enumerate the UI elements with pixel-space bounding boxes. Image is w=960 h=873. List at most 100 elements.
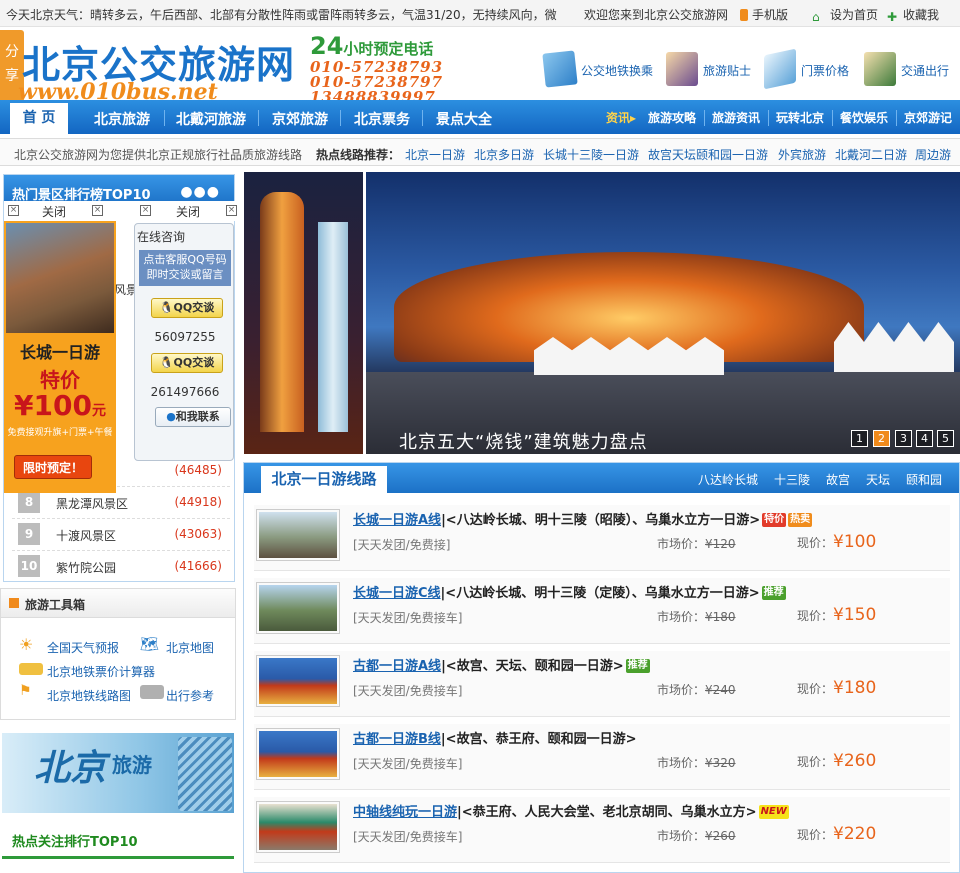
hot-route-link[interactable]: 故宫天坛颐和园一日游 (648, 146, 768, 163)
qq-number[interactable]: 56097255 (135, 330, 235, 344)
header-link-tickets[interactable]: 门票价格 (764, 48, 858, 90)
nav-dining[interactable]: 餐饮娱乐 (840, 109, 888, 126)
bus-icon (19, 663, 43, 675)
close-icon[interactable]: × (226, 205, 237, 216)
route-item[interactable]: 古都一日游A线|<故宫、天坛、颐和园一日游> 推荐 [天天发团/免费接车] 市场价… (254, 651, 950, 717)
route-title[interactable]: 长城一日游A线|<八达岭长城、明十三陵（昭陵）、乌巢水立方一日游> 特价 热卖 (353, 509, 813, 528)
more-dots-icon[interactable]: ●●● (180, 184, 220, 200)
phone-icon (740, 9, 748, 21)
globe-icon: ● (166, 410, 176, 423)
route-item[interactable]: 长城一日游A线|<八达岭长城、明十三陵（昭陵）、乌巢水立方一日游> 特价 热卖 [天… (254, 505, 950, 571)
slider-page-1[interactable]: 1 (851, 430, 868, 447)
list-item[interactable]: 10 紫竹院公园 (41666) (12, 551, 230, 583)
nav-guides[interactable]: 旅游攻略 (648, 109, 696, 126)
hot-route-link[interactable]: 北京多日游 (474, 146, 534, 163)
route-item[interactable]: 长城一日游C线|<八达岭长城、明十三陵（定陵）、乌巢水立方一日游> 推荐 [天天发… (254, 578, 950, 644)
hero-slider[interactable]: 北京五大“烧钱”建筑魅力盘点 1 2 3 4 5 (244, 172, 960, 454)
nav-beidaihe-travel[interactable]: 北戴河旅游 (176, 109, 246, 129)
beijing-travel-banner[interactable]: 北京 旅游 (2, 733, 234, 813)
route-title[interactable]: 古都一日游A线|<故宫、天坛、颐和园一日游> 推荐 (353, 655, 650, 674)
close-icon[interactable]: × (140, 205, 151, 216)
hotline-title: 24小时预定电话 (310, 32, 434, 60)
qq-number[interactable]: 261497666 (135, 385, 235, 399)
ad-close-button[interactable]: 关闭 (42, 203, 66, 220)
market-price: 市场价：¥320 (657, 756, 736, 770)
route-thumbnail[interactable] (256, 509, 340, 561)
book-now-button[interactable]: 限时预定！ (14, 455, 92, 479)
qq-chat-button[interactable]: 🐧QQ交谈 (151, 353, 223, 373)
qq-chat-button[interactable]: 🐧QQ交谈 (151, 298, 223, 318)
close-icon[interactable]: × (8, 205, 19, 216)
qq-close-button[interactable]: 关闭 (176, 203, 200, 220)
route-thumbnail[interactable] (256, 728, 340, 780)
plus-icon: ✚ (887, 10, 898, 24)
route-item[interactable]: 中轴线纯玩一日游|<恭王府、人民大会堂、老北京胡同、乌巢水立方> NEW [天天发… (254, 797, 950, 863)
nav-home[interactable]: 首 页 (10, 103, 68, 134)
guide-book-icon (864, 52, 896, 86)
slider-caption[interactable]: 北京五大“烧钱”建筑魅力盘点 (399, 428, 648, 454)
oneday-tab-badaling[interactable]: 八达岭长城 (698, 471, 758, 488)
hot-route-link[interactable]: 长城十三陵一日游 (543, 146, 639, 163)
travel-toolbox: 旅游工具箱 ☀ 全国天气预报 🗺 北京地图 北京地铁票价计算器 ⚑ 北京地铁线路图 出… (0, 588, 236, 720)
contact-me-button[interactable]: ●和我联系 (155, 407, 231, 427)
route-note: [天天发团/免费接车] (353, 611, 463, 625)
qq-tip: 点击客服QQ号码即时交谈或留言 (139, 250, 231, 286)
set-homepage-link[interactable]: ⌂ 设为首页 (812, 6, 878, 24)
nav-travelogue[interactable]: 京郊游记 (904, 109, 952, 126)
market-price: 市场价：¥240 (657, 683, 736, 697)
oneday-header: 北京一日游线路 八达岭长城 十三陵 故宫 天坛 颐和园 (244, 463, 959, 493)
route-title[interactable]: 古都一日游B线|<故宫、恭王府、颐和园一日游> (353, 728, 636, 747)
favorite-link[interactable]: ✚ 收藏我 (887, 6, 939, 24)
current-price: 现价：¥220 (797, 824, 877, 844)
hot-route-link[interactable]: 周边游 (915, 146, 951, 163)
slider-page-3[interactable]: 3 (895, 430, 912, 447)
tool-travel-reference[interactable]: 出行参考 (140, 685, 214, 704)
nav-tickets[interactable]: 北京票务 (354, 109, 410, 129)
nav-news[interactable]: 旅游资讯 (712, 109, 760, 126)
online-consult-panel: × 关闭 × 在线咨询 点击客服QQ号码即时交谈或留言 🐧QQ交谈 560972… (116, 201, 240, 461)
toolbox-title: 旅游工具箱 (25, 598, 86, 612)
route-title[interactable]: 中轴线纯玩一日游|<恭王府、人民大会堂、老北京胡同、乌巢水立方> NEW (353, 801, 789, 820)
route-title[interactable]: 长城一日游C线|<八达岭长城、明十三陵（定陵）、乌巢水立方一日游> 推荐 (353, 582, 786, 601)
hot-route-link[interactable]: 北京一日游 (405, 146, 465, 163)
header-link-traffic[interactable]: 交通出行 (864, 52, 956, 88)
tool-subway-map[interactable]: ⚑ 北京地铁线路图 (19, 683, 131, 704)
nav-attractions[interactable]: 景点大全 (436, 109, 492, 129)
ticket-icon (764, 48, 796, 90)
route-note: [天天发团/免费接车] (353, 684, 463, 698)
market-price: 市场价：¥180 (657, 610, 736, 624)
cctv-building-image (178, 737, 232, 811)
tool-map[interactable]: 🗺 北京地图 (140, 635, 214, 656)
briefcase-icon (140, 685, 164, 699)
hot-route-link[interactable]: 外宾旅游 (778, 146, 826, 163)
site-logo[interactable]: 北京公交旅游网 www.010bus.net (18, 30, 308, 105)
nav-suburb-travel[interactable]: 京郊旅游 (272, 109, 328, 129)
slider-page-2[interactable]: 2 (873, 430, 890, 447)
route-thumbnail[interactable] (256, 655, 340, 707)
route-thumbnail[interactable] (256, 801, 340, 853)
toolbox-icon (9, 598, 19, 608)
route-item[interactable]: 古都一日游B线|<故宫、恭王府、颐和园一日游> [天天发团/免费接车] 市场价：… (254, 724, 950, 790)
oneday-tab-ming-tombs[interactable]: 十三陵 (774, 471, 810, 488)
route-thumbnail[interactable] (256, 582, 340, 634)
phone-3: 13488839997 (310, 88, 436, 101)
nav-beijing-travel[interactable]: 北京旅游 (94, 109, 150, 129)
oneday-title[interactable]: 北京一日游线路 (261, 466, 387, 493)
qq-penguin-icon: 🐧 (159, 301, 174, 314)
hot-route-link[interactable]: 北戴河二日游 (835, 146, 907, 163)
header-link-tips[interactable]: 旅游贴士 (666, 52, 756, 88)
slider-page-4[interactable]: 4 (916, 430, 933, 447)
nav-fun-beijing[interactable]: 玩转北京 (776, 109, 824, 126)
tool-fare-calculator[interactable]: 北京地铁票价计算器 (19, 663, 155, 680)
header-link-transfer[interactable]: 公交地铁换乘 (542, 50, 656, 88)
tool-weather[interactable]: ☀ 全国天气预报 (19, 635, 119, 656)
mobile-link[interactable]: 手机版 (740, 6, 788, 23)
oneday-tab-summer-palace[interactable]: 颐和园 (906, 471, 942, 488)
list-item[interactable]: 9 十渡风景区 (43063) (12, 519, 230, 551)
floating-ad-greatwall[interactable]: × 关闭 × 长城一日游 特价 ¥100元 免费接观升旗+门票+午餐 限时预定！ (4, 201, 116, 493)
oneday-tab-forbidden-city[interactable]: 故宫 (826, 471, 850, 488)
oneday-tab-temple-heaven[interactable]: 天坛 (866, 471, 890, 488)
close-icon[interactable]: × (92, 205, 103, 216)
slider-page-5[interactable]: 5 (937, 430, 954, 447)
current-price: 现价：¥260 (797, 751, 877, 771)
